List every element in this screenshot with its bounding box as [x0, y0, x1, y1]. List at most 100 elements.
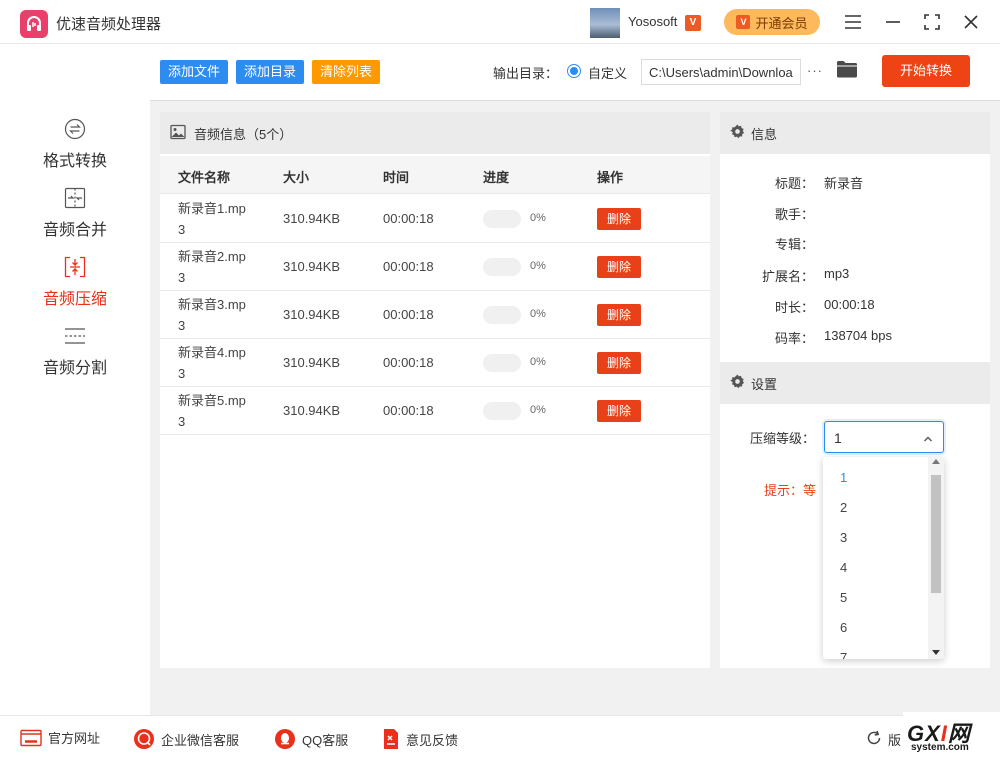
website-link[interactable]: 官方网址: [20, 728, 100, 747]
settings-title: 设置: [751, 376, 778, 392]
add-folder-button[interactable]: 添加目录: [236, 60, 305, 84]
dropdown-option[interactable]: 2: [823, 493, 928, 523]
dropdown-option[interactable]: 7: [823, 643, 928, 659]
start-convert-button[interactable]: 开始转换: [882, 55, 970, 87]
info-key: 时长：: [774, 300, 814, 315]
avatar[interactable]: [590, 8, 620, 38]
table-row[interactable]: 新录音3.mp3 310.94KB 00:00:18 0% 删除: [160, 291, 710, 339]
sidebar-item-audio-compress[interactable]: 音频压缩: [0, 255, 150, 317]
progress-text: 0%: [530, 356, 546, 368]
scroll-up-arrow-icon[interactable]: [932, 459, 940, 464]
delete-button[interactable]: 删除: [597, 352, 641, 374]
add-file-button[interactable]: 添加文件: [160, 60, 229, 84]
info-value: 138704 bps: [824, 328, 892, 343]
progress-text: 0%: [530, 212, 546, 224]
progress-bar: [483, 354, 521, 372]
progress-bar: [483, 402, 521, 420]
username[interactable]: Yososoft: [628, 14, 677, 29]
sidebar-item-audio-split[interactable]: 音频分割: [0, 324, 150, 386]
chevron-up-icon: [923, 432, 933, 447]
output-dir-label: 输出目录：: [493, 66, 559, 81]
vip-button[interactable]: V 开通会员: [724, 9, 820, 35]
dropdown-scrollbar[interactable]: [928, 457, 944, 659]
info-row-bitrate: 码率： 138704 bps: [720, 328, 990, 348]
info-row-title: 标题： 新录音: [720, 173, 990, 193]
wechat-support-link[interactable]: 企业微信客服: [133, 728, 239, 750]
file-duration: 00:00:18: [383, 307, 434, 322]
folder-icon[interactable]: [836, 60, 858, 81]
column-header-time: 时间: [383, 170, 410, 185]
sidebar-item-format-convert[interactable]: 格式转换: [0, 117, 150, 179]
close-icon[interactable]: [959, 10, 983, 34]
sidebar-item-label: 音频分割: [42, 360, 107, 377]
clear-list-button[interactable]: 清除列表: [312, 60, 381, 84]
file-size: 310.94KB: [283, 403, 341, 418]
dropdown-option[interactable]: 5: [823, 583, 928, 613]
file-name: 新录音5.mp3: [178, 393, 246, 429]
progress-text: 0%: [530, 260, 546, 272]
feedback-link[interactable]: 意见反馈: [382, 728, 458, 750]
vip-badge-icon: V: [685, 15, 701, 31]
compress-level-label: 压缩等级：: [750, 431, 816, 446]
output-path-input[interactable]: [641, 59, 801, 85]
wechat-icon: [133, 728, 155, 750]
progress-text: 0%: [530, 404, 546, 416]
maximize-icon[interactable]: [920, 10, 944, 34]
info-value: mp3: [824, 266, 850, 281]
sidebar-item-audio-merge[interactable]: 音频合并: [0, 186, 150, 248]
delete-button[interactable]: 删除: [597, 304, 641, 326]
minimize-icon[interactable]: [881, 10, 905, 34]
sidebar-item-label: 音频压缩: [42, 291, 107, 308]
file-size: 310.94KB: [283, 211, 341, 226]
delete-button[interactable]: 删除: [597, 256, 641, 278]
table-row[interactable]: 新录音4.mp3 310.94KB 00:00:18 0% 删除: [160, 339, 710, 387]
file-duration: 00:00:18: [383, 259, 434, 274]
dropdown-option[interactable]: 6: [823, 613, 928, 643]
menu-icon[interactable]: [841, 10, 865, 34]
audio-list-panel: 音频信息（5个） 文件名称 大小 时间 进度 操作 新录音1.mp3 310.9…: [160, 112, 710, 668]
compress-level-dropdown[interactable]: 1 2 3 4 5 6 7: [823, 457, 944, 659]
table-row[interactable]: 新录音2.mp3 310.94KB 00:00:18 0% 删除: [160, 243, 710, 291]
file-name: 新录音3.mp3: [178, 297, 246, 333]
scrollbar-thumb[interactable]: [931, 475, 941, 593]
custom-dir-label[interactable]: 自定义: [588, 63, 627, 82]
dropdown-option[interactable]: 1: [823, 463, 928, 493]
more-icon[interactable]: ···: [807, 63, 823, 78]
file-duration: 00:00:18: [383, 211, 434, 226]
delete-button[interactable]: 删除: [597, 400, 641, 422]
dropdown-option[interactable]: 3: [823, 523, 928, 553]
delete-button[interactable]: 删除: [597, 208, 641, 230]
column-header-size: 大小: [283, 170, 310, 185]
toolbar: 添加文件 添加目录 清除列表 输出目录： 自定义 ··· 开始转换: [150, 45, 1000, 101]
audio-list-title: 音频信息（5个）: [194, 126, 293, 142]
watermark-site: system.com: [911, 742, 969, 753]
refresh-icon[interactable]: [866, 730, 882, 749]
file-size: 310.94KB: [283, 355, 341, 370]
info-value: 新录音: [824, 176, 864, 191]
vip-icon: V: [736, 15, 751, 29]
title-bar: 优速音频处理器 Yososoft V V 开通会员: [0, 0, 1000, 44]
file-size: 310.94KB: [283, 259, 341, 274]
version-label: 版: [888, 733, 902, 748]
table-row[interactable]: 新录音1.mp3 310.94KB 00:00:18 0% 删除: [160, 195, 710, 243]
column-header-action: 操作: [597, 170, 624, 185]
website-label: 官方网址: [48, 731, 101, 746]
app-logo-icon: [20, 10, 48, 38]
audio-compress-icon: [63, 255, 87, 279]
table-row[interactable]: 新录音5.mp3 310.94KB 00:00:18 0% 删除: [160, 387, 710, 435]
file-duration: 00:00:18: [383, 355, 434, 370]
scroll-down-arrow-icon[interactable]: [932, 650, 940, 655]
feedback-document-icon: [382, 728, 400, 750]
file-name: 新录音2.mp3: [178, 249, 246, 285]
info-row-album: 专辑：: [720, 234, 990, 254]
info-key: 扩展名：: [761, 269, 814, 284]
info-key: 歌手：: [774, 207, 814, 222]
custom-dir-radio[interactable]: [567, 64, 581, 78]
info-row-extension: 扩展名： mp3: [720, 266, 990, 286]
compress-level-select[interactable]: 1: [824, 421, 944, 453]
file-size: 310.94KB: [283, 307, 341, 322]
qq-support-link[interactable]: QQ客服: [274, 728, 348, 750]
file-name: 新录音1.mp3: [178, 201, 246, 237]
dropdown-option[interactable]: 4: [823, 553, 928, 583]
settings-header: 设置: [720, 362, 990, 404]
